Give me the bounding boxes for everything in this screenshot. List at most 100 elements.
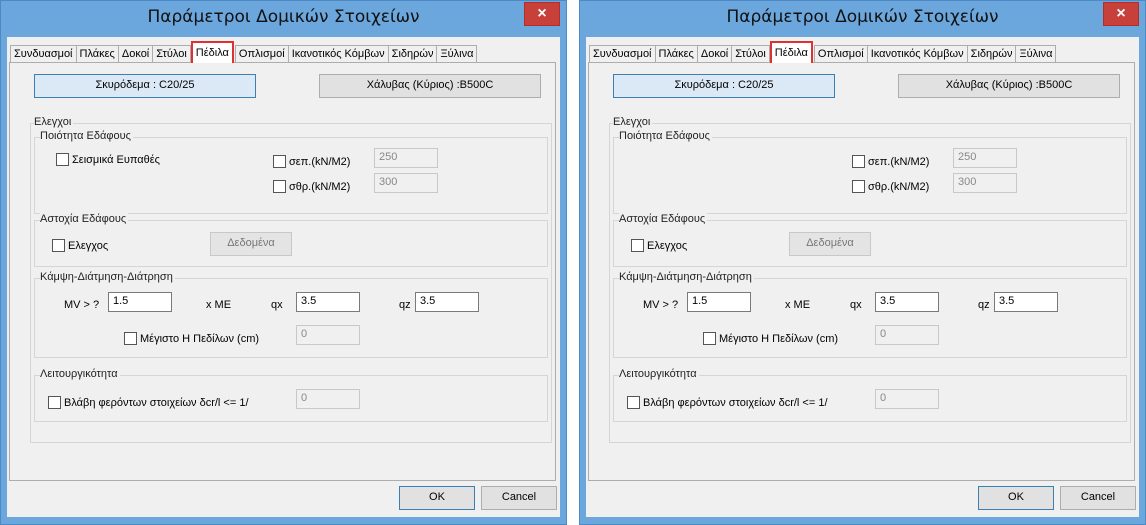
bending-label: Κάμψη-Διάτμηση-Διάτρηση [619,271,754,283]
tab-slabs[interactable]: Πλάκες [75,45,119,63]
mv-label: MV > ? [643,299,679,311]
checkbox-box[interactable] [627,396,640,409]
max-h-label: Μέγιστο Η Πεδίλων (cm) [719,332,839,345]
soil-check-label: Ελεγχος [647,239,688,252]
sigma-thr-label: σθρ.(kN/M2) [289,180,351,193]
seismic-checkbox[interactable]: Σεισμικά Ευπαθές [56,153,160,166]
data-button[interactable]: Δεδομένα [210,232,292,256]
sigma-ep-checkbox[interactable]: σεπ.(kN/M2) [852,155,929,168]
tab-columns[interactable]: Στύλοι [731,45,770,63]
max-h-checkbox[interactable]: Μέγιστο Η Πεδίλων (cm) [703,332,838,345]
checkbox-box[interactable] [273,180,286,193]
tab-strip: Συνδυασμοί Πλάκες Δοκοί Στύλοι Πέδιλα Οπ… [10,41,478,63]
tab-timber[interactable]: Ξύλινα [1015,45,1057,63]
dialog-title: Παράμετροι Δομικών Στοιχείων [147,7,420,27]
max-h-checkbox[interactable]: Μέγιστο Η Πεδίλων (cm) [124,332,259,345]
close-button[interactable]: × [1103,2,1139,26]
tab-strip: Συνδυασμοί Πλάκες Δοκοί Στύλοι Πέδιλα Οπ… [589,41,1057,63]
close-button[interactable]: × [524,2,560,26]
qz-input[interactable]: 3.5 [415,292,479,312]
damage-label: Βλάβη φερόντων στοιχείων δcr/l <= 1/ [64,396,249,409]
qx-label: qx [271,299,283,311]
max-h-input[interactable]: 0 [875,325,939,345]
tab-beams[interactable]: Δοκοί [117,45,154,63]
sigma-thr-input[interactable]: 300 [953,173,1017,193]
soil-quality-label: Ποιότητα Εδάφους [40,130,133,142]
dialog-client: Συνδυασμοί Πλάκες Δοκοί Στύλοι Πέδιλα Οπ… [7,37,560,517]
steel-button[interactable]: Χάλυβας (Κύριος) :B500C [319,74,541,98]
tab-steel[interactable]: Σιδηρών [387,45,438,63]
qz-input[interactable]: 3.5 [994,292,1058,312]
tab-combinations[interactable]: Συνδυασμοί [589,45,656,63]
checkbox-box[interactable] [52,239,65,252]
sigma-ep-label: σεπ.(kN/M2) [289,155,351,168]
ok-button[interactable]: OK [978,486,1054,510]
mv-label: MV > ? [64,299,100,311]
checkbox-box[interactable] [48,396,61,409]
checkbox-box[interactable] [631,239,644,252]
tab-steel[interactable]: Σιδηρών [966,45,1017,63]
checkbox-box[interactable] [124,332,137,345]
mv-input[interactable]: 1.5 [687,292,751,312]
sigma-thr-input[interactable]: 300 [374,173,438,193]
sigma-ep-label: σεπ.(kN/M2) [868,155,930,168]
checkbox-box[interactable] [56,153,69,166]
checks-group-label: Ελεγχοι [34,116,74,128]
mv-input[interactable]: 1.5 [108,292,172,312]
damage-input[interactable]: 0 [296,389,360,409]
dialog-right: Παράμετροι Δομικών Στοιχείων × Συνδυασμο… [579,0,1146,525]
qx-input[interactable]: 3.5 [875,292,939,312]
concrete-button[interactable]: Σκυρόδεμα : C20/25 [34,74,256,98]
data-button[interactable]: Δεδομένα [789,232,871,256]
tab-reinforcement[interactable]: Οπλισμοί [813,45,868,63]
sigma-thr-checkbox[interactable]: σθρ.(kN/M2) [852,180,929,193]
soil-failure-label: Αστοχία Εδάφους [40,213,129,225]
tab-columns[interactable]: Στύλοι [152,45,191,63]
tab-timber[interactable]: Ξύλινα [436,45,478,63]
qz-label: qz [399,299,411,311]
tab-reinforcement[interactable]: Οπλισμοί [234,45,289,63]
soil-check-checkbox[interactable]: Ελεγχος [631,239,687,252]
checkbox-box[interactable] [852,180,865,193]
title-bar[interactable]: Παράμετροι Δομικών Στοιχείων × [1,1,566,37]
max-h-label: Μέγιστο Η Πεδίλων (cm) [140,332,260,345]
soil-quality-group [613,137,1127,214]
tab-capacity-joints[interactable]: Ικανοτικός Κόμβων [866,45,968,63]
bending-group [34,278,548,358]
tab-footings[interactable]: Πέδιλα [190,41,234,63]
damage-checkbox[interactable]: Βλάβη φερόντων στοιχείων δcr/l <= 1/ [48,396,249,409]
max-h-input[interactable]: 0 [296,325,360,345]
cancel-button[interactable]: Cancel [481,486,557,510]
tab-capacity-joints[interactable]: Ικανοτικός Κόμβων [287,45,389,63]
damage-input[interactable]: 0 [875,389,939,409]
damage-checkbox[interactable]: Βλάβη φερόντων στοιχείων δcr/l <= 1/ [627,396,828,409]
sigma-ep-input[interactable]: 250 [953,148,1017,168]
seismic-label: Σεισμικά Ευπαθές [72,153,160,166]
bending-group [613,278,1127,358]
title-bar[interactable]: Παράμετροι Δομικών Στοιχείων × [580,1,1145,37]
tab-combinations[interactable]: Συνδυασμοί [10,45,77,63]
cancel-button[interactable]: Cancel [1060,486,1136,510]
tab-slabs[interactable]: Πλάκες [654,45,698,63]
sigma-ep-checkbox[interactable]: σεπ.(kN/M2) [273,155,350,168]
soil-quality-label: Ποιότητα Εδάφους [619,130,712,142]
soil-check-checkbox[interactable]: Ελεγχος [52,239,108,252]
checkbox-box[interactable] [852,155,865,168]
concrete-button[interactable]: Σκυρόδεμα : C20/25 [613,74,835,98]
tab-beams[interactable]: Δοκοί [696,45,733,63]
bending-label: Κάμψη-Διάτμηση-Διάτρηση [40,271,175,283]
sigma-thr-checkbox[interactable]: σθρ.(kN/M2) [273,180,350,193]
qx-label: qx [850,299,862,311]
soil-quality-group [34,137,548,214]
sigma-ep-input[interactable]: 250 [374,148,438,168]
tab-footings[interactable]: Πέδιλα [769,41,813,63]
sigma-thr-label: σθρ.(kN/M2) [868,180,930,193]
qx-input[interactable]: 3.5 [296,292,360,312]
xme-label: x ME [206,299,232,311]
steel-button[interactable]: Χάλυβας (Κύριος) :B500C [898,74,1120,98]
dialog-left: Παράμετροι Δομικών Στοιχείων × Συνδυασμο… [0,0,567,525]
checkbox-box[interactable] [273,155,286,168]
soil-failure-label: Αστοχία Εδάφους [619,213,708,225]
ok-button[interactable]: OK [399,486,475,510]
checkbox-box[interactable] [703,332,716,345]
